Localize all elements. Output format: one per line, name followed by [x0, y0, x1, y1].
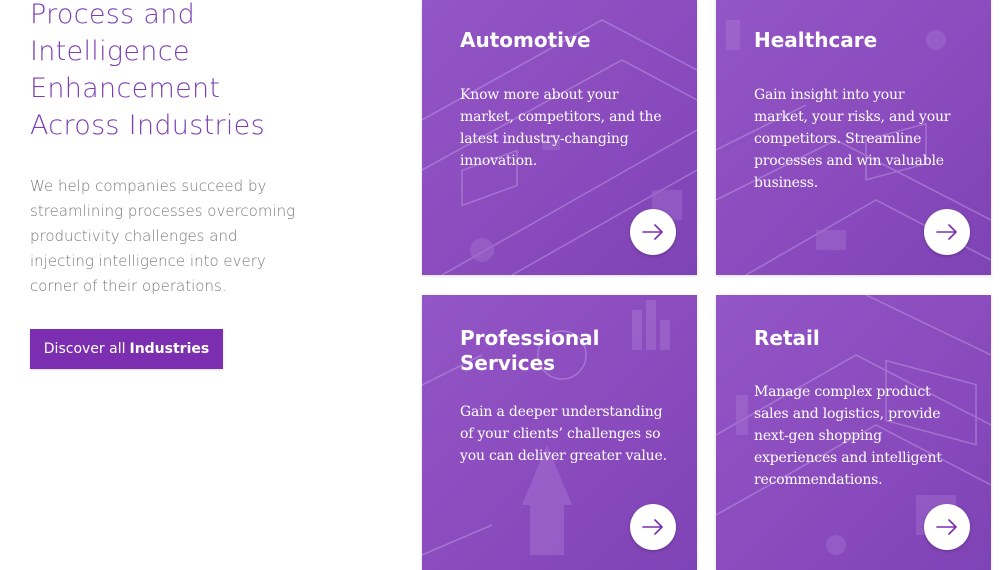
industry-card-automotive[interactable]: Automotive Know more about your market, …	[422, 0, 697, 275]
card-text-line: experiences and intelligent	[754, 450, 942, 466]
card-text-line: recommendations.	[754, 472, 883, 488]
card-text-line: next-gen shopping	[754, 428, 882, 444]
description-line: corner of their operations.	[30, 277, 227, 295]
description-line: streamlining processes overcoming	[30, 202, 296, 220]
card-text-line: Gain insight into your	[754, 87, 905, 103]
industry-card-healthcare[interactable]: Healthcare Gain insight into your market…	[716, 0, 991, 275]
card-text-line: competitors. Streamline	[754, 131, 922, 147]
card-title-line: Healthcare	[754, 28, 878, 52]
card-description: Know more about your market, competitors…	[460, 84, 690, 172]
arrow-right-icon	[936, 519, 957, 535]
card-title: Automotive	[460, 28, 591, 53]
title-line: Intelligence	[30, 36, 190, 67]
title-line: Across Industries	[30, 110, 265, 141]
card-text-line: sales and logistics, provide	[754, 406, 941, 422]
card-title-line: Services	[460, 351, 556, 375]
card-arrow-button[interactable]	[630, 209, 676, 255]
card-text-line: latest industry-changing	[460, 131, 629, 147]
card-text-line: processes and win valuable	[754, 153, 944, 169]
card-title: Healthcare	[754, 28, 877, 53]
card-text-line: market, your risks, and your	[754, 109, 951, 125]
arrow-right-icon	[642, 519, 663, 535]
industry-card-professional-services[interactable]: Professional Services Gain a deeper unde…	[422, 295, 697, 570]
card-text-line: Gain a deeper understanding	[460, 404, 663, 420]
card-arrow-button[interactable]	[924, 209, 970, 255]
card-title-line: Professional	[460, 326, 600, 350]
card-description: Manage complex product sales and logisti…	[754, 381, 984, 491]
title-line: Enhancement	[30, 73, 221, 104]
cta-prefix: Discover all	[43, 341, 126, 357]
title-line: Process and	[30, 0, 196, 30]
description-line: productivity challenges and	[30, 227, 238, 245]
card-text-line: Manage complex product	[754, 384, 931, 400]
card-text-line: market, competitors, and the	[460, 109, 662, 125]
card-text-line: innovation.	[460, 153, 537, 169]
card-title: Retail	[754, 326, 820, 351]
intro-description: We help companies succeed by streamlinin…	[30, 174, 320, 299]
card-description: Gain a deeper understanding of your clie…	[460, 401, 690, 467]
card-text-line: of your clients’ challenges so	[460, 426, 661, 442]
arrow-right-icon	[642, 224, 663, 240]
card-title: Professional Services	[460, 326, 600, 376]
card-title-line: Retail	[754, 326, 820, 350]
arrow-right-icon	[936, 224, 957, 240]
industry-card-retail[interactable]: Retail Manage complex product sales and …	[716, 295, 991, 570]
discover-industries-button[interactable]: Discover all Industries	[30, 329, 223, 369]
card-arrow-button[interactable]	[924, 504, 970, 550]
page-title: Process and Intelligence Enhancement Acr…	[30, 0, 330, 144]
description-line: injecting intelligence into every	[30, 252, 266, 270]
cta-bold: Industries	[129, 341, 210, 357]
card-text-line: you can deliver greater value.	[460, 448, 667, 464]
description-line: We help companies succeed by	[30, 177, 267, 195]
card-description: Gain insight into your market, your risk…	[754, 84, 984, 194]
card-text-line: Know more about your	[460, 87, 619, 103]
card-arrow-button[interactable]	[630, 504, 676, 550]
card-text-line: business.	[754, 175, 818, 191]
card-title-line: Automotive	[460, 28, 591, 52]
